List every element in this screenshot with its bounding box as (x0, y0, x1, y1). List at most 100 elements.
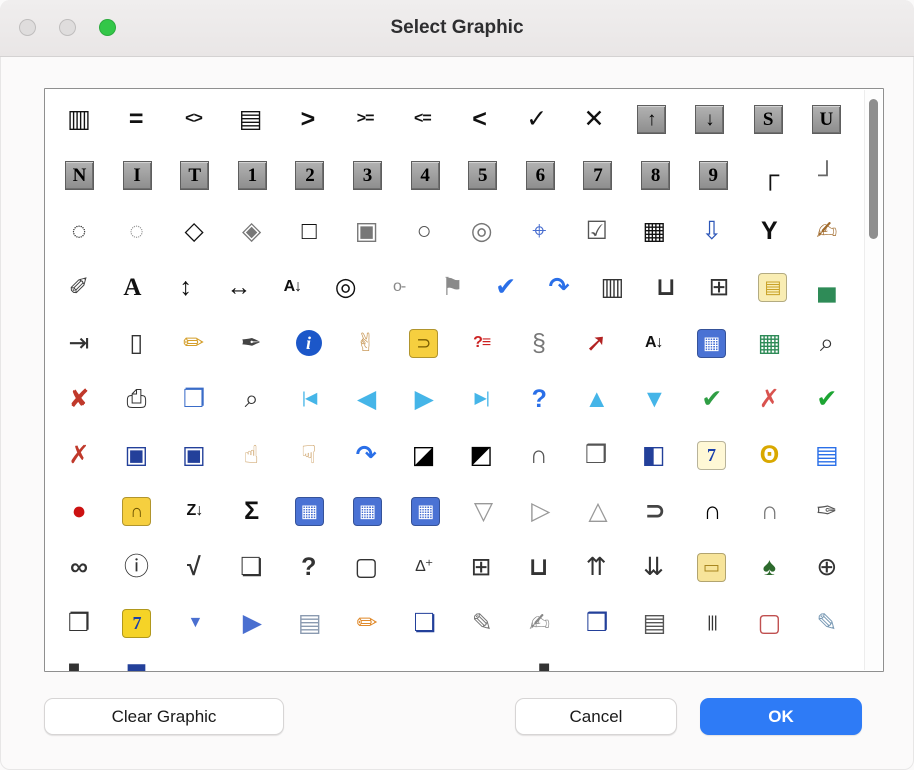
add-box-icon-2[interactable]: ⊞ (461, 547, 501, 587)
pen-tool-icon[interactable]: ✐ (59, 267, 99, 307)
text-button-icon[interactable]: T (180, 161, 209, 190)
last-record-icon[interactable]: ▶| (462, 379, 502, 419)
vertical-scrollbar-track[interactable] (864, 90, 882, 670)
save-icon[interactable]: ▣ (116, 435, 156, 475)
notes-page-icon[interactable]: ▤ (807, 435, 847, 475)
sort-az-down-icon[interactable]: A↓ (634, 323, 674, 363)
italic-button-icon[interactable]: I (123, 161, 152, 190)
contrast-square-icon[interactable]: ◪ (404, 435, 444, 475)
cancel-button[interactable]: Cancel (515, 698, 677, 735)
database-icon[interactable]: ▦ (697, 329, 726, 358)
underline-button-icon[interactable]: U (812, 105, 841, 134)
font-letter-icon[interactable]: A (112, 267, 152, 307)
less-equal-icon[interactable]: <= (402, 99, 442, 139)
scroll-up-icon[interactable]: ▲ (577, 379, 617, 419)
scroll-pen-icon[interactable]: § (519, 323, 559, 363)
binder-pen-icon[interactable]: ❒ (577, 603, 617, 643)
dashed-circle-icon[interactable]: ◌ (59, 211, 99, 251)
stacked-cubes-icon[interactable]: ❒ (576, 435, 616, 475)
save-as-icon[interactable]: ▣ (174, 435, 214, 475)
paintbrush-icon[interactable]: ✒ (231, 323, 271, 363)
down-arrow-button-icon[interactable]: ↓ (695, 105, 724, 134)
clear-graphic-button[interactable]: Clear Graphic (44, 698, 284, 735)
database-icon-2[interactable]: ▦ (295, 497, 324, 526)
popup-window-icon[interactable]: ❏ (405, 603, 445, 643)
redo-arrow-icon[interactable]: ↷ (539, 267, 579, 307)
import-arrow-icon[interactable]: ⇩ (692, 211, 732, 251)
clipped-icon-14[interactable]: ▁ (807, 659, 847, 671)
clipped-icon-2[interactable]: ▀ (117, 659, 157, 671)
multiply-icon[interactable]: ✕ (574, 99, 614, 139)
thumbs-up-icon[interactable]: ☝ (231, 435, 271, 475)
clipped-icon-3[interactable]: ▾ (174, 659, 214, 671)
sort-az-icon[interactable]: A↓ (272, 267, 312, 307)
lock-black-icon[interactable]: ∩ (692, 491, 732, 531)
lightbulb-icon[interactable]: ʘ (749, 435, 789, 475)
red-ball-icon[interactable]: ● (59, 491, 99, 531)
hand-icon[interactable]: ✌ (346, 323, 386, 363)
digit-4-button-icon[interactable]: 4 (411, 161, 440, 190)
square-outline-icon[interactable]: □ (289, 211, 329, 251)
square-shaded-icon[interactable]: ▣ (347, 211, 387, 251)
greater-equal-icon[interactable]: >= (345, 99, 385, 139)
digit-7-button-icon[interactable]: 7 (583, 161, 612, 190)
previous-record-icon[interactable]: ◀ (347, 379, 387, 419)
delete-x-icon-2[interactable]: ✗ (59, 435, 99, 475)
info-outline-icon[interactable]: ⓘ (116, 547, 156, 587)
bold-n-button-icon[interactable]: N (65, 161, 94, 190)
ledger-window-icon[interactable]: ▥ (592, 267, 632, 307)
sort-za-icon[interactable]: Z↓ (174, 491, 214, 531)
query-list-icon[interactable]: ?≡ (462, 323, 502, 363)
chart-window-icon[interactable]: ◧ (634, 435, 674, 475)
document-search-icon[interactable]: ⌕ (807, 323, 847, 363)
help-circle-icon[interactable]: ? (289, 547, 329, 587)
checked-box-icon[interactable]: ☑ (577, 211, 617, 251)
grid-table-icon[interactable]: ▦ (634, 211, 674, 251)
shield-cross-icon[interactable]: ⊕ (807, 547, 847, 587)
next-record-icon[interactable]: ▶ (404, 379, 444, 419)
digit-3-button-icon[interactable]: 3 (353, 161, 382, 190)
padlock-icon[interactable]: ∩ (519, 435, 559, 475)
blue-check-icon[interactable]: ✔ (486, 267, 526, 307)
cascade-windows-icon[interactable]: ❏ (231, 547, 271, 587)
cancel-x-icon[interactable]: ✗ (749, 379, 789, 419)
greater-than-icon[interactable]: > (288, 99, 328, 139)
triangle-up-outline-icon[interactable]: △ (578, 491, 618, 531)
confirm-check-icon[interactable]: ✔ (807, 379, 847, 419)
clipped-icon-1[interactable]: ▘ (59, 659, 99, 671)
first-record-icon[interactable]: |◀ (289, 379, 329, 419)
database-menu-icon[interactable]: ▦ (411, 497, 440, 526)
check-icon[interactable]: ✓ (517, 99, 557, 139)
clipped-icon-9[interactable]: ▝ (519, 659, 559, 671)
info-icon[interactable]: i (296, 330, 322, 356)
clipped-icon-10[interactable]: ▄ (577, 659, 617, 671)
clipped-icon-5[interactable]: ▖ (289, 659, 329, 671)
vertical-scrollbar-thumb[interactable] (869, 99, 878, 239)
door-icon[interactable]: ▯ (116, 323, 156, 363)
exit-door-icon[interactable]: ⇥ (59, 323, 99, 363)
zoom-icon[interactable]: ⌕ (232, 379, 272, 419)
pen-dotted-icon[interactable]: ✎ (807, 603, 847, 643)
barcode-icon[interactable]: ||| (692, 603, 732, 643)
dotted-circle-icon[interactable]: ○ (404, 211, 444, 251)
square-root-icon[interactable]: √ (174, 547, 214, 587)
add-box-icon[interactable]: ⊞ (699, 267, 739, 307)
target-icon[interactable]: ◎ (326, 267, 366, 307)
trash-icon[interactable]: ⊔ (646, 267, 686, 307)
clipped-icon-11[interactable]: ▅ (634, 659, 674, 671)
key-icon[interactable]: o- (379, 267, 419, 307)
eyeglasses-icon[interactable]: ∞ (59, 547, 99, 587)
snap-point-icon[interactable]: ⌖ (519, 211, 559, 251)
diamond-shaded-icon[interactable]: ◈ (232, 211, 272, 251)
border-top-left-icon[interactable]: ┌ (750, 155, 790, 195)
clipped-icon-4[interactable]: ▸ (232, 659, 272, 671)
folder-icon[interactable]: ▭ (697, 553, 726, 582)
report-table-icon[interactable]: ▥ (59, 99, 99, 139)
contrast-squares-icon[interactable]: ◩ (461, 435, 501, 475)
equals-icon[interactable]: = (116, 99, 156, 139)
less-than-icon[interactable]: < (460, 99, 500, 139)
clipped-icon-8[interactable]: ▪ (462, 659, 502, 671)
tiled-windows-icon[interactable]: ❐ (59, 603, 99, 643)
print-icon[interactable]: ⎙ (117, 379, 157, 419)
strike-button-icon[interactable]: S (754, 105, 783, 134)
